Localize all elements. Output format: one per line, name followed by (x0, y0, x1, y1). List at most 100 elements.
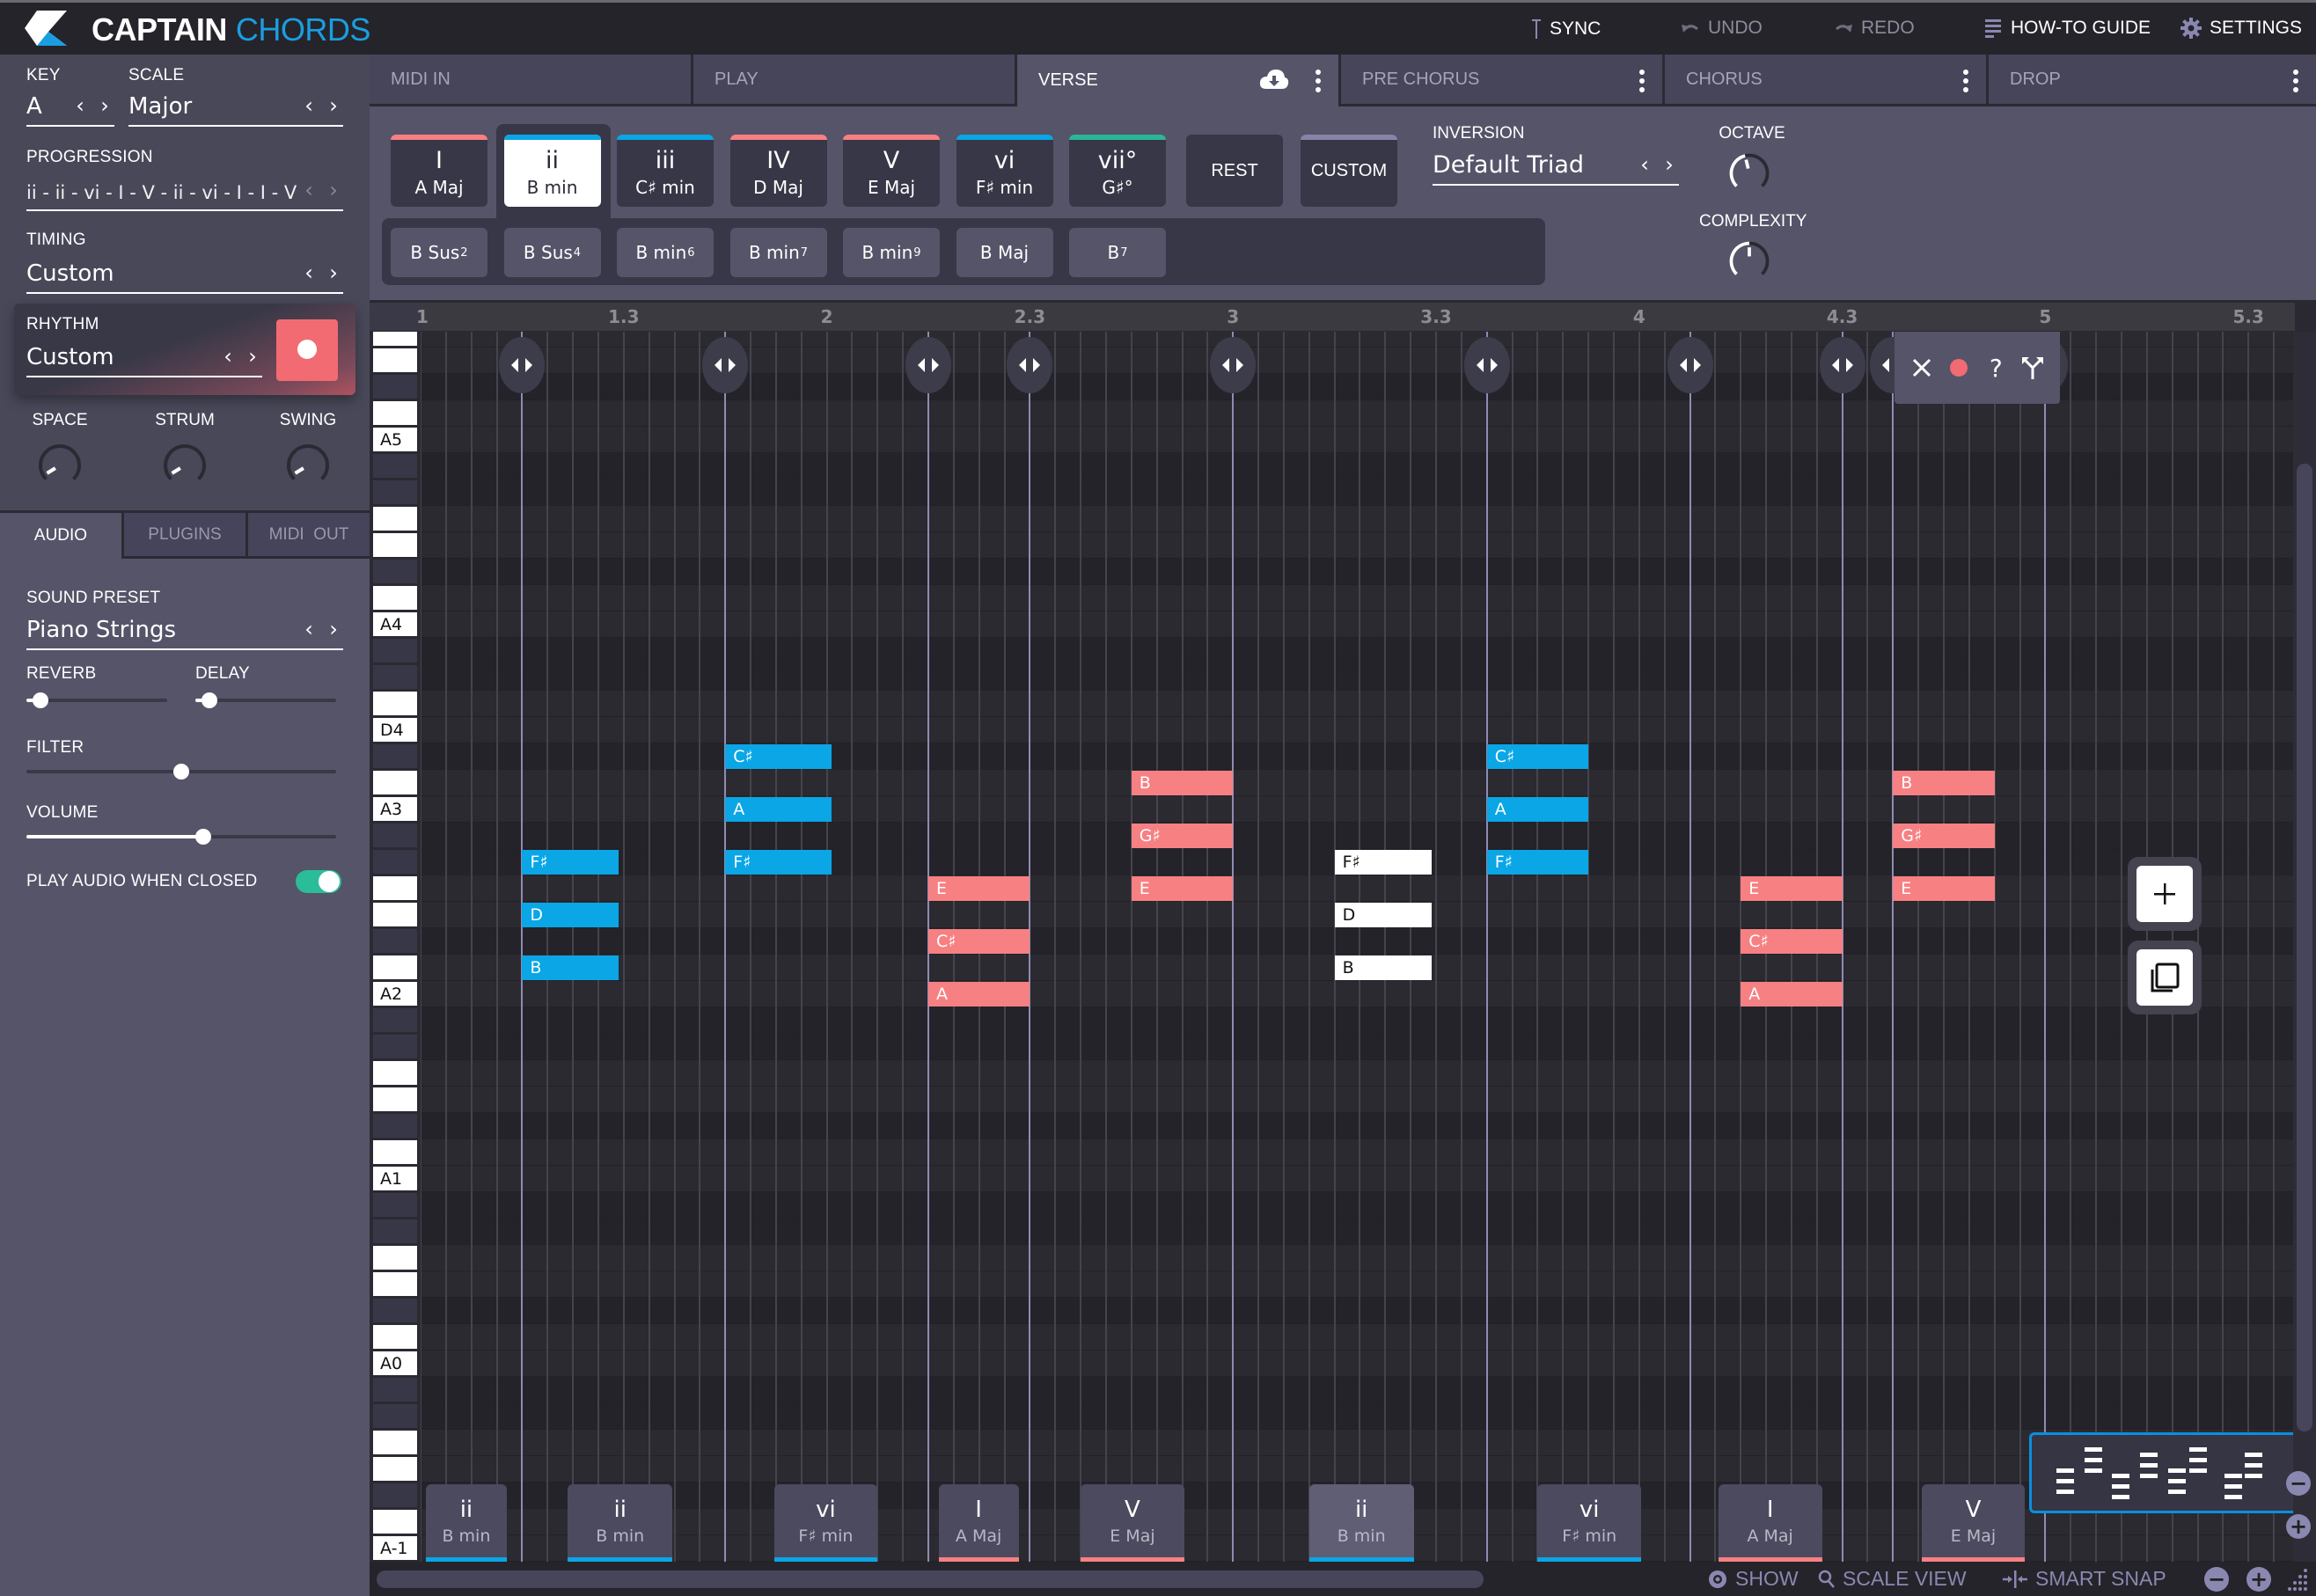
scale-view-button[interactable]: SCALE VIEW (1818, 1567, 1967, 1591)
chord-degree-6-button[interactable]: vi F♯ min (956, 135, 1053, 207)
inversion-prev-button[interactable]: ‹ (1638, 152, 1651, 177)
section-tab-verse[interactable]: VERSE (1017, 55, 1341, 106)
chord-strip-block[interactable]: vi F♯ min (1537, 1484, 1642, 1562)
chord-resize-handle[interactable] (1667, 337, 1713, 393)
tab-plugins[interactable]: PLUGINS (124, 513, 248, 559)
piano-key[interactable] (373, 375, 417, 399)
piano-key[interactable] (373, 332, 417, 346)
piano-key[interactable] (373, 692, 417, 715)
play-when-closed-toggle[interactable] (296, 870, 341, 893)
chord-variation-button[interactable]: B Sus 4 (503, 228, 601, 277)
close-icon[interactable] (1907, 353, 1937, 383)
piano-key[interactable]: A1 (373, 1167, 417, 1190)
smart-snap-button[interactable]: SMART SNAP (2002, 1567, 2166, 1591)
chord-variation-button[interactable]: B Maj (956, 228, 1053, 277)
piano-key[interactable] (373, 771, 417, 794)
strum-knob[interactable] (158, 439, 211, 492)
chord-strip-block[interactable]: V E Maj (1081, 1484, 1184, 1562)
record-icon[interactable] (1944, 353, 1974, 383)
piano-key[interactable] (373, 1193, 417, 1217)
progression-selector[interactable]: ii - ii - vi - I - V - ii - vi - I - I -… (26, 172, 343, 211)
piano-key[interactable] (373, 1457, 417, 1481)
midi-note[interactable]: F♯ (1334, 850, 1433, 875)
scale-selector[interactable]: Major ‹ › (128, 88, 343, 127)
sound-preset-prev-button[interactable]: ‹ (303, 617, 315, 641)
key-prev-button[interactable]: ‹ (74, 93, 86, 118)
midi-note[interactable]: G♯ (1893, 824, 1995, 848)
piano-key[interactable] (373, 560, 417, 583)
midi-note[interactable]: B (1893, 771, 1995, 795)
rhythm-prev-button[interactable]: ‹ (222, 344, 234, 369)
verse-menu-icon[interactable] (1316, 70, 1321, 92)
section-tab-drop[interactable]: DROP (1989, 55, 2316, 106)
tab-midi-out[interactable]: MIDI OUT (248, 513, 370, 559)
piano-key[interactable] (373, 1087, 417, 1111)
vertical-scrollbar[interactable] (2293, 332, 2316, 1562)
chord-strip-block[interactable]: ii B min (425, 1484, 508, 1562)
chord-strip-block[interactable]: I A Maj (1718, 1484, 1822, 1562)
piano-key[interactable] (373, 876, 417, 900)
sound-preset-selector[interactable]: Piano Strings ‹ › (26, 611, 343, 650)
volume-slider[interactable] (26, 828, 336, 846)
timing-next-button[interactable]: › (327, 260, 340, 285)
piano-key[interactable] (373, 1378, 417, 1402)
midi-note[interactable]: A (725, 797, 832, 822)
chord-resize-handle[interactable] (1463, 337, 1510, 393)
chord-variation-button[interactable]: B min 9 (843, 228, 940, 277)
filter-slider-thumb[interactable] (173, 764, 189, 780)
midi-note[interactable]: G♯ (1131, 824, 1234, 848)
undo-button[interactable]: UNDO (1681, 18, 1763, 39)
midi-note[interactable]: C♯ (928, 929, 1030, 954)
chord-resize-handle[interactable] (1819, 337, 1865, 393)
volume-slider-thumb[interactable] (194, 829, 211, 845)
add-chord-button[interactable] (2128, 857, 2202, 931)
piano-key[interactable]: A2 (373, 982, 417, 1006)
midi-note[interactable]: C♯ (1486, 744, 1589, 769)
midi-note[interactable]: F♯ (1486, 850, 1589, 875)
piano-key[interactable] (373, 955, 417, 979)
chord-strip-block[interactable]: vi F♯ min (773, 1484, 878, 1562)
piano-key[interactable] (373, 454, 417, 478)
progression-next-button[interactable]: › (327, 178, 340, 202)
inversion-selector[interactable]: Default Triad ‹ › (1433, 145, 1679, 186)
note-grid[interactable]: F♯ D B C♯ A F♯ E C♯ A B G♯ E F♯ D B C♯ A F♯ E C♯ A B G♯ E ? ii B… (421, 332, 2295, 1562)
vertical-zoom-in-button[interactable]: + (2286, 1514, 2311, 1539)
chord-strip-block[interactable]: I A Maj (938, 1484, 1019, 1562)
timeline-ruler[interactable]: 1 1.3 2 2.3 3 3.3 4 4.3 5 5.3 (416, 303, 2295, 331)
drop-menu-icon[interactable] (2293, 70, 2298, 92)
piano-key[interactable]: A-1 (373, 1536, 417, 1560)
piano-key[interactable] (373, 1510, 417, 1534)
pre-chorus-menu-icon[interactable] (1639, 70, 1645, 92)
chorus-menu-icon[interactable] (1963, 70, 1968, 92)
delay-slider-thumb[interactable] (202, 692, 217, 708)
piano-key[interactable] (373, 850, 417, 874)
complexity-knob[interactable] (1725, 237, 1774, 286)
key-next-button[interactable]: › (99, 93, 111, 118)
key-selector[interactable]: A ‹ › (26, 88, 114, 127)
piano-key[interactable] (373, 1219, 417, 1243)
sync-button[interactable]: SYNC (1531, 18, 1601, 40)
reverb-slider[interactable] (26, 692, 167, 709)
piano-key[interactable] (373, 1404, 417, 1428)
octave-knob[interactable] (1725, 149, 1774, 198)
midi-note[interactable]: D (1334, 903, 1433, 927)
sound-preset-next-button[interactable]: › (327, 617, 340, 641)
progression-prev-button[interactable]: ‹ (303, 178, 315, 202)
how-to-guide-button[interactable]: HOW-TO GUIDE (1985, 18, 2151, 39)
midi-note[interactable]: E (928, 876, 1030, 901)
chord-degree-4-button[interactable]: IV D Maj (729, 135, 827, 207)
chord-resize-handle[interactable] (905, 337, 951, 393)
chord-resize-handle[interactable] (702, 337, 749, 393)
piano-key[interactable] (373, 586, 417, 610)
piano-key[interactable] (373, 401, 417, 425)
piano-key[interactable] (373, 1272, 417, 1296)
piano-key[interactable] (373, 348, 417, 372)
chord-degree-1-button[interactable]: I A Maj (391, 135, 487, 207)
piano-key[interactable] (373, 639, 417, 663)
piano-key[interactable] (373, 824, 417, 847)
section-tab-play[interactable]: PLAY (693, 55, 1017, 106)
piano-key[interactable] (373, 1299, 417, 1322)
tab-audio[interactable]: AUDIO (0, 513, 124, 559)
split-icon[interactable] (2018, 353, 2048, 383)
piano-key[interactable] (373, 533, 417, 557)
